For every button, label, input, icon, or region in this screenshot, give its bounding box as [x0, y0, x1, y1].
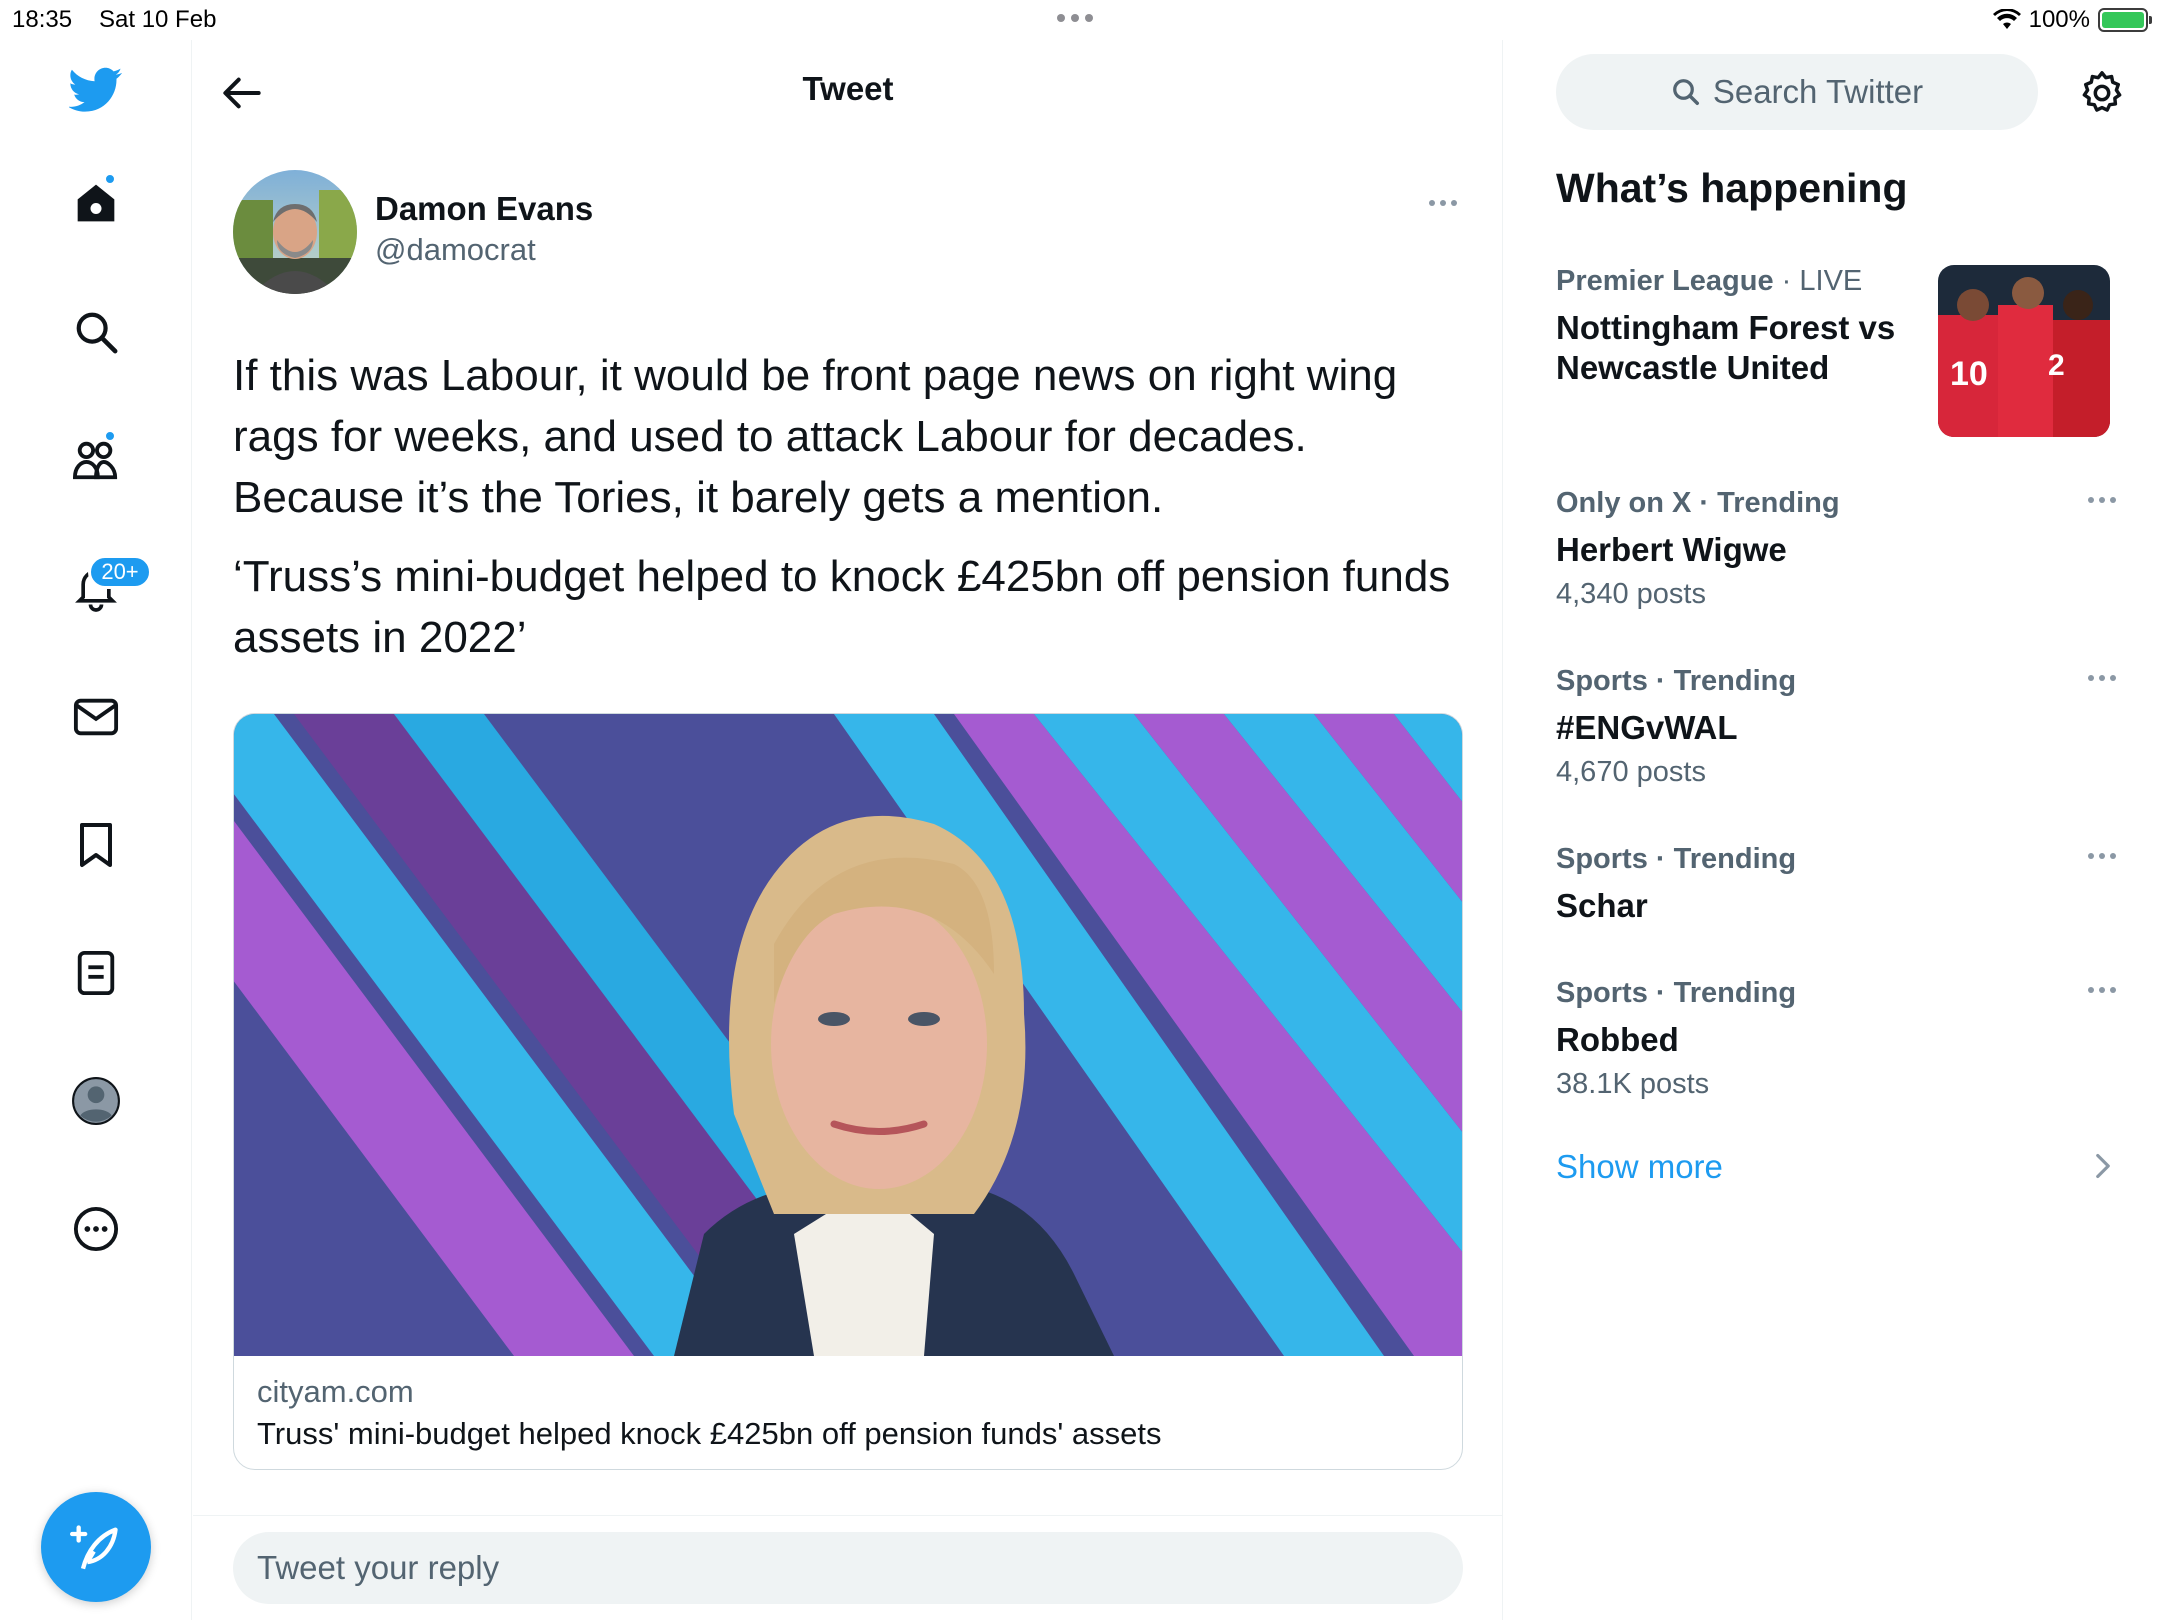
status-date: Sat 10 Feb [99, 6, 217, 33]
trend-name: Herbert Wigwe [1556, 531, 1787, 568]
compose-feather-icon [70, 1525, 118, 1570]
trend-item[interactable]: Sports · Trending #ENGvWAL 4,670 posts [1556, 665, 2116, 789]
trend-item[interactable]: Sports · Trending Schar [1556, 843, 2116, 926]
notifications-badge: 20+ [88, 555, 152, 589]
trend-meta: Sports · Trending [1556, 665, 1797, 697]
trend-count: 38.1K posts [1556, 1068, 1710, 1100]
link-card[interactable]: cityam.com Truss' mini-budget helped kno… [233, 713, 1463, 1470]
trend-more-icon[interactable] [2088, 853, 2116, 859]
trend-more-icon[interactable] [2088, 987, 2116, 993]
trend-meta: Premier League · LIVE [1556, 265, 1863, 297]
nav-sidebar: 20+ [0, 40, 192, 1620]
battery-percent: 100% [2028, 6, 2090, 33]
twitter-logo-icon[interactable] [66, 60, 126, 120]
status-right: 100% [1992, 6, 2152, 34]
page-title: Tweet [802, 70, 894, 107]
search-placeholder: Search Twitter [1712, 73, 1924, 110]
settings-gear-icon[interactable] [2074, 65, 2130, 121]
link-card-meta: cityam.com Truss' mini-budget helped kno… [257, 1374, 1162, 1452]
author-handle[interactable]: @damocrat [375, 232, 536, 268]
link-card-image[interactable] [234, 714, 1462, 1356]
communities-new-dot [104, 430, 116, 442]
trend-name: Nottingham Forest vs Newcastle United [1556, 309, 1896, 386]
link-card-domain: cityam.com [257, 1374, 414, 1409]
trend-meta: Sports · Trending [1556, 977, 1797, 1009]
chevron-right-icon[interactable] [2094, 1152, 2112, 1185]
trend-more-icon[interactable] [2088, 497, 2116, 503]
right-sidebar: Search Twitter What’s happening Premier … [1504, 40, 2160, 1620]
trend-more-icon[interactable] [2088, 675, 2116, 681]
main-column: Tweet Damon Evans @damocrat If this was … [193, 40, 1503, 1620]
trend-item[interactable]: Sports · Trending Robbed 38.1K posts [1556, 977, 2116, 1101]
tweet-more-icon[interactable] [1429, 200, 1457, 206]
trend-item[interactable]: Premier League · LIVE Nottingham Forest … [1556, 265, 1936, 388]
svg-text:10: 10 [1950, 355, 1988, 393]
tweet-paragraph: If this was Labour, it would be front pa… [233, 351, 1398, 522]
compose-tweet-button[interactable] [41, 1492, 151, 1602]
reply-input[interactable]: Tweet your reply [233, 1532, 1463, 1604]
trend-meta: Sports · Trending [1556, 843, 1797, 875]
home-icon[interactable] [66, 173, 126, 233]
communities-icon[interactable] [66, 430, 126, 490]
trend-name: Schar [1556, 887, 1648, 924]
author-avatar[interactable] [233, 170, 357, 294]
tweet-text: If this was Labour, it would be front pa… [233, 345, 1483, 686]
svg-text:2: 2 [2048, 349, 2065, 382]
whats-happening-title: What’s happening [1556, 165, 1908, 211]
trend-count: 4,670 posts [1556, 756, 1706, 788]
trend-meta: Only on X · Trending [1556, 487, 1840, 519]
trend-count: 4,340 posts [1556, 578, 1706, 610]
trend-item[interactable]: Only on X · Trending Herbert Wigwe 4,340… [1556, 487, 2116, 611]
wifi-icon [1992, 9, 2021, 29]
explore-search-icon[interactable] [66, 302, 126, 362]
more-options-icon[interactable] [66, 1199, 126, 1259]
lists-icon[interactable] [66, 943, 126, 1003]
show-more-link[interactable]: Show more [1556, 1148, 1723, 1186]
multitasking-dots-icon[interactable] [1057, 14, 1093, 22]
status-time: 18:35 [12, 6, 73, 33]
search-input[interactable]: Search Twitter [1556, 54, 2038, 130]
trend-name: Robbed [1556, 1021, 1679, 1058]
bookmark-icon[interactable] [66, 815, 126, 875]
battery-icon [2098, 8, 2152, 32]
author-name[interactable]: Damon Evans [375, 190, 593, 228]
tweet-paragraph: ‘Truss’s mini-budget helped to knock £42… [233, 552, 1451, 662]
divider [193, 1515, 1503, 1516]
messages-envelope-icon[interactable] [66, 687, 126, 747]
trend-name: #ENGvWAL [1556, 709, 1738, 746]
search-icon [1672, 79, 1699, 105]
status-bar: 18:35 Sat 10 Feb 100% [0, 0, 2160, 40]
trend-thumbnail-image[interactable]: 10 2 [1938, 265, 2110, 437]
home-new-dot [104, 173, 116, 185]
profile-avatar-icon[interactable] [66, 1071, 126, 1131]
link-card-title: Truss' mini-budget helped knock £425bn o… [257, 1416, 1162, 1451]
